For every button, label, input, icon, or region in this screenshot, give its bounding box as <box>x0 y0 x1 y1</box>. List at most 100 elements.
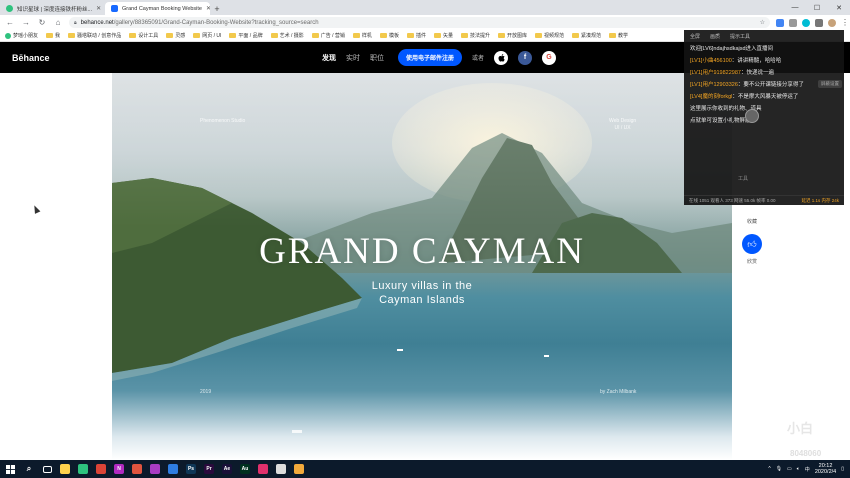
extension-icon[interactable] <box>815 18 823 27</box>
taskbar-app-icon[interactable]: Ps <box>182 460 200 478</box>
browser-tab-0[interactable]: 知识星球 | 深度连接铁杆粉丝... ✕ <box>0 2 105 15</box>
notifications-icon[interactable]: ▯ <box>841 466 844 472</box>
windows-start-icon[interactable] <box>0 460 20 478</box>
folder-icon <box>270 33 278 38</box>
taskbar-app-icon[interactable]: Ae <box>218 460 236 478</box>
folder-icon <box>535 33 543 38</box>
author-caption: by Zach Milbank <box>600 389 637 395</box>
bookmark-item[interactable]: 梦瑶小朋友 <box>5 32 38 39</box>
chat-toolbar-item[interactable]: 画质 <box>710 33 720 40</box>
bookmark-label: 开放图库 <box>507 33 528 39</box>
taskbar-app-icon[interactable] <box>56 460 74 478</box>
network-icon[interactable]: ▭ <box>787 466 792 472</box>
bookmark-item[interactable]: 广告 / 营销 <box>311 32 345 39</box>
bookmark-item[interactable]: 紧凑规范 <box>572 32 601 39</box>
behance-logo[interactable]: Bēhance <box>12 53 50 63</box>
taskbar-app-icon[interactable]: N <box>110 460 128 478</box>
chat-level: [LV1] <box>690 82 703 88</box>
block-settings-badge[interactable]: 屏蔽设置 <box>818 80 842 88</box>
chat-message: 点就单可设置小礼物屏蔽 <box>690 118 838 125</box>
search-icon[interactable]: ⌕ <box>20 460 38 478</box>
taskbar-app-icon[interactable] <box>254 460 272 478</box>
url-input[interactable]: 🔒︎ behance.net/gallery/88365091/Grand-Ca… <box>69 17 770 28</box>
clock[interactable]: 20:12 2020/2/4 <box>815 463 836 475</box>
bookmark-item[interactable]: 插件 <box>406 32 426 39</box>
taskbar-app-icon[interactable] <box>128 460 146 478</box>
chat-text: ：不是摩大风暴天被停运了 <box>732 94 799 100</box>
taskbar-app-icon[interactable] <box>272 460 290 478</box>
bookmark-item[interactable]: 模板 <box>379 32 399 39</box>
google-login-icon[interactable]: G <box>542 50 557 65</box>
facebook-login-icon[interactable]: f <box>518 50 533 65</box>
chat-message: 欢迎[LV6]ndajhsdkajsd进入直播间 <box>690 46 838 53</box>
bookmark-item[interactable]: 骚塔联动 / 创意作品 <box>68 32 121 39</box>
appreciate-button[interactable]: 👍︎ <box>742 234 762 254</box>
taskbar-app-icon[interactable]: Pr <box>200 460 218 478</box>
microphone-icon[interactable]: 🎙︎ <box>776 466 782 472</box>
bookmark-item[interactable]: 我 <box>46 32 60 39</box>
chat-username[interactable]: 小曲456100 <box>702 58 731 64</box>
close-tab-icon[interactable]: ✕ <box>96 5 101 12</box>
extension-icon[interactable] <box>789 18 797 27</box>
apple-login-icon[interactable] <box>494 50 509 65</box>
tab-label: Grand Cayman Booking Website <box>122 5 202 12</box>
bookmark-label: 紧凑规范 <box>581 33 602 39</box>
task-view-icon[interactable] <box>38 460 56 478</box>
taskbar-app-icon[interactable] <box>92 460 110 478</box>
back-icon[interactable]: ← <box>5 18 15 27</box>
volume-icon[interactable]: 🔈︎ <box>797 466 800 472</box>
ime-indicator[interactable]: 中 <box>805 466 810 473</box>
chat-username[interactable]: 用户12903326 <box>702 82 737 88</box>
taskbar-app-icon[interactable] <box>74 460 92 478</box>
bookmark-item[interactable]: 平面 / 品牌 <box>229 32 263 39</box>
bookmark-star-icon[interactable]: ☆ <box>760 19 765 26</box>
streamer-avatar[interactable] <box>745 109 759 123</box>
taskbar-app-icon[interactable] <box>146 460 164 478</box>
bookmark-label: 网页 / UI <box>202 33 222 39</box>
bookmark-item[interactable]: 技法提升 <box>460 32 490 39</box>
bookmark-item[interactable]: 艺术 / 摄影 <box>270 32 304 39</box>
chat-username[interactable]: 用户919822987 <box>702 70 741 76</box>
behance-favicon-icon <box>111 5 118 12</box>
extension-icon[interactable] <box>802 18 810 27</box>
chat-toolbar-item[interactable]: 提示工具 <box>730 33 750 40</box>
close-window-icon[interactable]: ✕ <box>828 0 850 15</box>
folder-icon <box>311 33 319 38</box>
nav-discover[interactable]: 发现 <box>322 53 336 63</box>
bookmark-item[interactable]: 灵感 <box>166 32 185 39</box>
taskbar-app-icon[interactable]: Au <box>236 460 254 478</box>
address-bar-row: ← → ↻ ⌂ 🔒︎ behance.net/gallery/88365091/… <box>0 15 850 30</box>
chat-text: ：讲讲精髓，哈哈哈 <box>731 58 782 64</box>
bookmark-item[interactable]: 网页 / UI <box>193 32 221 39</box>
tray-chevron-icon[interactable]: ^ <box>768 466 770 472</box>
folder-icon <box>460 33 468 38</box>
nav-live[interactable]: 实时 <box>346 53 360 63</box>
chat-toolbar: 全屏 画质 提示工具 <box>684 30 844 42</box>
minimize-icon[interactable]: — <box>784 0 806 15</box>
new-tab-button[interactable]: + <box>210 2 224 15</box>
profile-avatar-icon[interactable] <box>828 18 836 27</box>
bookmark-item[interactable]: 设计工具 <box>129 32 158 39</box>
chat-username[interactable]: 魔的刻forkgl <box>702 94 732 100</box>
or-label: 或者 <box>472 56 485 62</box>
forward-icon[interactable]: → <box>21 18 31 27</box>
taskbar-app-icon[interactable] <box>164 460 182 478</box>
bookmark-item[interactable]: 教学 <box>609 32 628 39</box>
bookmark-item[interactable]: 矢量 <box>433 32 453 39</box>
app-glyph <box>294 464 304 474</box>
nav-jobs[interactable]: 职位 <box>370 53 384 63</box>
taskbar-app-icon[interactable] <box>290 460 308 478</box>
bookmark-item[interactable]: 视频规范 <box>535 32 564 39</box>
reload-icon[interactable]: ↻ <box>37 18 47 27</box>
bookmark-item[interactable]: 开放图库 <box>498 32 527 39</box>
app-glyph: N <box>114 464 124 474</box>
menu-kebab-icon[interactable]: ⋮ <box>841 18 849 27</box>
bookmark-item[interactable]: 样机 <box>352 32 372 39</box>
windows-taskbar: ⌕ N Ps Pr Ae Au ^ 🎙︎ ▭ 🔈︎ 中 20:12 2020/2/4 ▯ <box>0 460 850 478</box>
maximize-icon[interactable]: ☐ <box>806 0 828 15</box>
extension-translate-icon[interactable] <box>776 18 784 27</box>
chat-toolbar-item[interactable]: 全屏 <box>690 33 700 40</box>
home-icon[interactable]: ⌂ <box>53 18 63 27</box>
browser-tab-1[interactable]: Grand Cayman Booking Website ✕ <box>105 2 210 15</box>
email-signup-button[interactable]: 使用电子邮件注册 <box>398 49 463 66</box>
